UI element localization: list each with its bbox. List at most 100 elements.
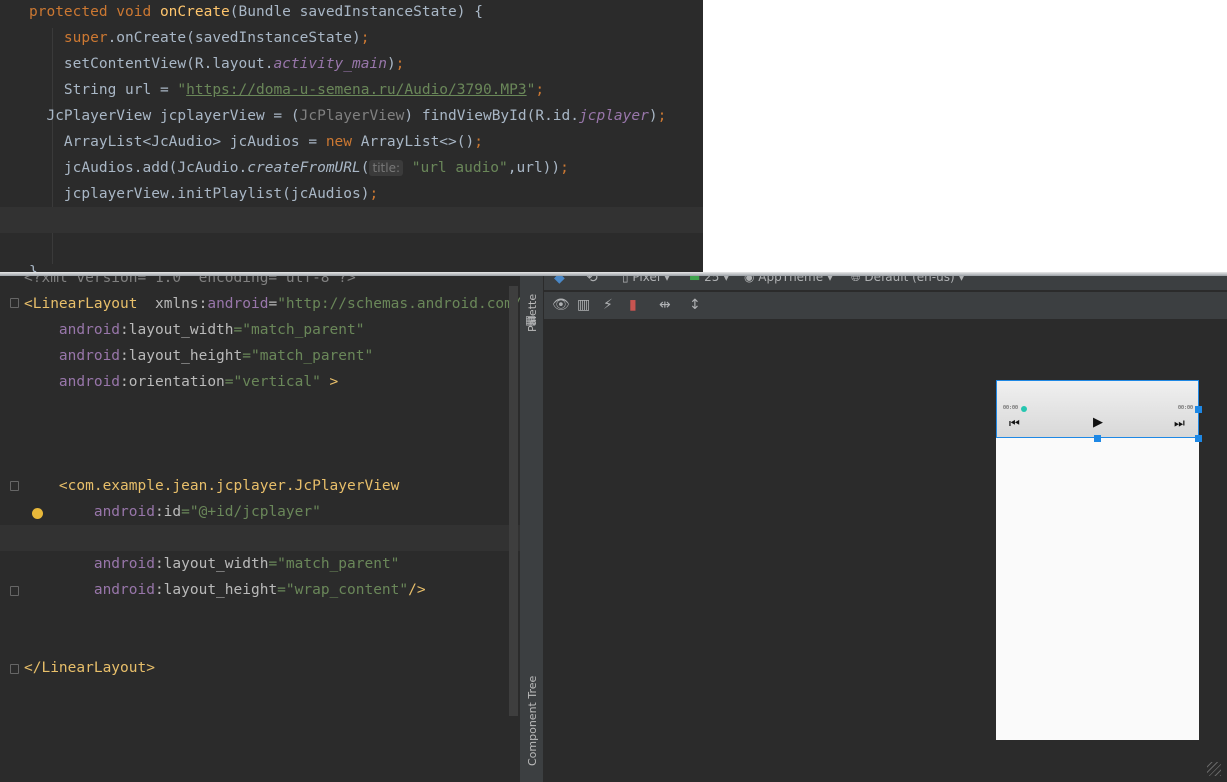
code-token: android [93, 556, 155, 572]
code-token: android [58, 374, 121, 390]
code-line[interactable]: ArrayList<JcAudio> jcAudios = new ArrayL… [0, 129, 703, 155]
code-token: :layout_width [154, 556, 269, 572]
play-icon[interactable]: ▶ [1093, 415, 1103, 430]
fold-marker[interactable] [10, 664, 19, 674]
resize-handle[interactable] [1094, 435, 1101, 442]
code-token: .onCreate(savedInstanceState) [107, 30, 361, 46]
device-preview[interactable]: 00:00 00:00 ⏮︎ ▶ ⏭︎ [996, 380, 1202, 740]
design-surface[interactable]: ◆ ⟲ ▯ Pixel ▾ ▬ 25 ▾ ◉ AppTheme ▾ 🌐︎ Def… [544, 276, 1227, 782]
code-line[interactable] [0, 525, 520, 551]
code-token: jcplayer [242, 504, 313, 520]
code-token: String url = [29, 82, 178, 98]
autoconnect-off-icon[interactable]: ⚡︎ [603, 297, 613, 313]
eye-icon[interactable]: 👁︎ [552, 297, 570, 313]
code-token: JcPlayerView jcplayerView = ( [29, 108, 300, 124]
code-token: ; [395, 56, 405, 72]
code-token: " [177, 82, 187, 98]
jcplayer-view[interactable]: 00:00 00:00 ⏮︎ ▶ ⏭︎ [996, 380, 1199, 438]
seekbar-thumb[interactable] [1021, 406, 1027, 412]
code-line[interactable] [0, 447, 520, 473]
api-dropdown[interactable]: ▬ 25 ▾ [689, 276, 729, 284]
code-token: xmlns: [137, 296, 208, 312]
code-line[interactable] [0, 233, 703, 259]
code-line[interactable]: jcAudios.add(JcAudio.createFromURL(title… [0, 155, 703, 181]
resize-handle[interactable] [1195, 406, 1202, 413]
code-token: jcplayer [579, 108, 649, 124]
code-line[interactable]: android:layout_height="match_parent" [0, 343, 520, 369]
code-line[interactable] [0, 603, 520, 629]
theme-dropdown[interactable]: ◉ AppTheme ▾ [744, 276, 833, 284]
code-token: ) [648, 108, 658, 124]
code-token: ArrayList<JcAudio> jcAudios = [29, 134, 326, 150]
code-token: android [58, 322, 121, 338]
code-line[interactable] [0, 395, 520, 421]
component-tree-tab[interactable]: Component Tree [526, 676, 539, 766]
code-line[interactable] [0, 207, 703, 233]
resize-grip-icon[interactable] [1207, 762, 1221, 776]
code-token: ; [657, 108, 667, 124]
code-token: setContentView(R.layout. [29, 56, 274, 72]
code-token: protected void [29, 4, 160, 20]
code-token: "url audio" [403, 160, 508, 176]
blank-area [703, 0, 1227, 272]
code-line[interactable]: jcplayerView.initPlaylist(jcAudios); [0, 181, 703, 207]
fold-marker[interactable] [10, 298, 19, 308]
code-token: ArrayList<>() [360, 134, 475, 150]
lightbulb-icon[interactable] [32, 508, 43, 519]
code-token: /> [408, 582, 426, 598]
code-line[interactable]: android:layout_width="match_parent" [0, 317, 520, 343]
code-line[interactable]: protected void onCreate(Bundle savedInst… [0, 0, 703, 25]
time-start: 00:00 [1003, 405, 1019, 411]
layers-icon[interactable]: ◆ [554, 276, 565, 286]
code-line[interactable]: String url = "https://doma-u-semena.ru/A… [0, 77, 703, 103]
palette-icon[interactable]: ▦ [525, 313, 536, 327]
code-line[interactable]: setContentView(R.layout.activity_main); [0, 51, 703, 77]
clear-constraints-icon[interactable]: ▮ [629, 297, 637, 313]
code-token: } [29, 264, 38, 272]
code-token: <LinearLayout [24, 296, 138, 312]
locale-dropdown[interactable]: 🌐︎ Default (en-us) ▾ [851, 276, 964, 285]
code-token: :layout_width [120, 322, 234, 338]
code-token: ) findViewById(R.id. [404, 108, 579, 124]
resize-handle[interactable] [1195, 435, 1202, 442]
code-token: https://doma-u-semena.ru/Audio/3790.MP3 [186, 82, 527, 98]
code-line[interactable]: <LinearLayout xmlns:android="http://sche… [0, 291, 520, 317]
scrollbar[interactable] [509, 286, 518, 716]
pack-horizontal-icon[interactable]: ⇹ [659, 297, 671, 313]
code-token: JcPlayerView [299, 108, 405, 124]
next-icon[interactable]: ⏭︎ [1174, 416, 1185, 431]
code-line[interactable]: } [0, 259, 703, 272]
code-line[interactable]: android:layout_width="match_parent" [0, 551, 520, 577]
java-editor[interactable]: protected void onCreate(Bundle savedInst… [0, 0, 703, 272]
previous-icon[interactable]: ⏮︎ [1009, 416, 1020, 431]
code-token: new [325, 134, 361, 150]
fold-marker[interactable] [10, 586, 19, 596]
code-line[interactable] [0, 421, 520, 447]
code-token: jcplayerView.initPlaylist(jcAudios) [29, 186, 370, 202]
pack-vertical-icon[interactable]: ↕ [689, 297, 701, 313]
code-line[interactable]: android:id="@+id/jcplayer" [0, 499, 520, 525]
code-line[interactable]: super.onCreate(savedInstanceState); [0, 25, 703, 51]
columns-icon[interactable]: ▥ [577, 297, 590, 313]
code-line[interactable]: JcPlayerView jcplayerView = (JcPlayerVie… [0, 103, 703, 129]
code-line[interactable]: <com.example.jean.jcplayer.JcPlayerView [0, 473, 520, 499]
device-dropdown[interactable]: ▯ Pixel ▾ [622, 276, 670, 284]
code-line[interactable]: android:layout_height="wrap_content"/> [0, 577, 520, 603]
code-token: ="@+id/ [181, 504, 243, 520]
xml-editor[interactable]: <?xml version="1.0" encoding="utf-8"?> <L… [0, 276, 520, 782]
design-toolbar-top: ◆ ⟲ ▯ Pixel ▾ ▬ 25 ▾ ◉ AppTheme ▾ 🌐︎ Def… [544, 276, 1227, 291]
code-line[interactable] [0, 629, 520, 655]
code-token: (Bundle savedInstanceState) { [229, 4, 483, 20]
code-token: ; [474, 134, 483, 150]
orientation-icon[interactable]: ⟲ [586, 276, 598, 286]
code-token: :layout_height [120, 348, 243, 364]
fold-marker[interactable] [10, 481, 19, 491]
code-token: ,url)) [507, 160, 561, 176]
code-line[interactable]: <?xml version="1.0" encoding="utf-8"?> [0, 276, 520, 291]
code-line[interactable]: android:orientation="vertical" > [0, 369, 520, 395]
design-toolbar: 👁︎ ▥ ⚡︎ ▮ ⇹ ↕ [544, 292, 1227, 320]
code-line[interactable]: </LinearLayout> [0, 655, 520, 681]
